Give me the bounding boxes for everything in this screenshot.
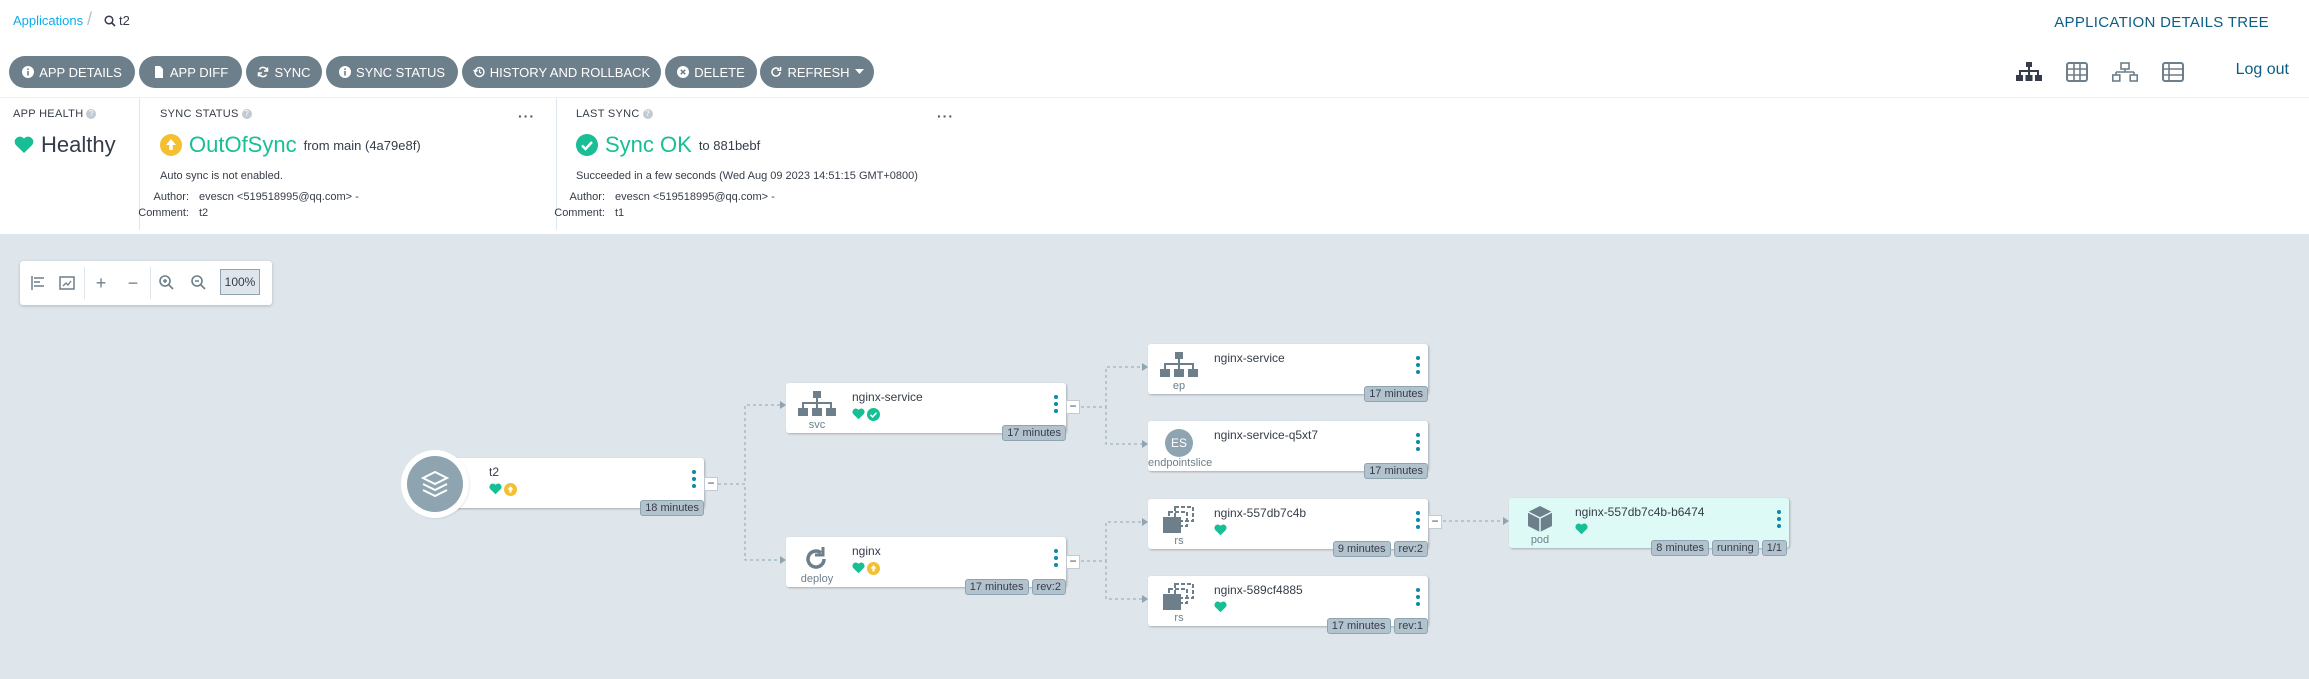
heart-icon [852,408,865,420]
node-status-icons [1575,523,1588,535]
node-menu-icon[interactable] [1414,511,1422,533]
age-tag: 17 minutes [1364,386,1428,402]
heart-icon [1214,601,1227,613]
collapse-toggle[interactable]: − [1066,400,1080,414]
age-tag: 17 minutes [1326,618,1391,634]
node-menu-icon[interactable] [1775,510,1783,532]
app-root-icon[interactable] [403,452,467,516]
heart-icon [1575,523,1588,535]
resource-node-pod[interactable]: pod nginx-557db7c4b-b6474 8 minutes runni… [1509,498,1789,556]
node-status-icons [1214,524,1227,536]
node-kind: pod [1530,534,1550,546]
resource-node-rs-2[interactable]: rs nginx-589cf4885 17 minutes rev:1 [1148,576,1428,634]
node-menu-icon[interactable] [1052,395,1060,417]
heart-icon [489,483,502,495]
node-menu-icon[interactable] [1052,549,1060,571]
node-name: t2 [489,465,500,479]
node-menu-icon[interactable] [1414,356,1422,378]
deployment-icon [806,547,826,569]
pod-icon [1527,506,1553,532]
node-tags: 9 minutes rev:2 [1332,541,1428,557]
age-tag: 17 minutes [964,579,1029,595]
ready-count-tag: 1/1 [1761,540,1787,556]
node-tags: 8 minutes running 1/1 [1651,540,1787,556]
node-tags: 17 minutes [1002,425,1066,441]
app-node-root[interactable]: t2 18 minutes [434,458,704,516]
node-name: nginx-service [1214,351,1285,365]
node-kind: endpointslice [1148,457,1213,469]
node-menu-icon[interactable] [690,470,698,492]
resource-node-ep[interactable]: ep nginx-service 17 minutes [1148,344,1428,402]
age-tag: 18 minutes [640,500,704,516]
collapse-toggle[interactable]: − [704,477,718,491]
resource-node-endpointslice[interactable]: ES endpointslice nginx-service-q5xt7 17 … [1148,421,1428,479]
node-menu-icon[interactable] [1414,433,1422,455]
replicaset-icon [1163,506,1194,533]
age-tag: 9 minutes [1332,541,1391,557]
node-name: nginx-service-q5xt7 [1214,428,1319,442]
node-tags: 17 minutes rev:2 [964,579,1066,595]
endpoints-icon [1160,352,1198,377]
node-name: nginx-589cf4885 [1214,583,1303,597]
node-kind: rs [1174,535,1184,547]
arrow-up-circle-icon [867,562,880,575]
check-circle-icon [867,408,880,421]
layers-icon [420,470,450,498]
node-name: nginx-557db7c4b [1214,506,1307,520]
node-name: nginx [852,544,881,558]
node-tags: 18 minutes [640,500,704,516]
edge-svc-es [1081,406,1142,445]
node-kind: deploy [800,573,834,585]
edge-svc-ep [1081,366,1142,408]
pod-state-tag: running [1712,540,1759,556]
resource-node-deploy[interactable]: deploy nginx 17 minutes rev:2 [786,537,1066,595]
edge-root-svc [718,404,780,485]
node-kind: ep [1172,380,1186,392]
edge-deploy-rs1 [1081,521,1142,562]
node-status-icons [852,562,880,575]
revision-tag: rev:1 [1393,618,1428,634]
node-tags: 17 minutes [1364,463,1428,479]
edge-root-deploy [718,483,780,561]
heart-icon [1214,524,1227,536]
revision-tag: rev:2 [1393,541,1428,557]
node-name: nginx-service [852,390,923,404]
resource-node-svc[interactable]: svc nginx-service 17 minutes [786,383,1066,441]
node-status-icons [1214,601,1227,613]
resource-node-rs-1[interactable]: rs nginx-557db7c4b 9 minutes rev:2 [1148,499,1428,557]
edge-deploy-rs2 [1081,560,1142,600]
arrow-up-circle-icon [504,483,517,496]
service-icon [798,391,836,416]
node-kind: svc [808,419,826,431]
node-tags: 17 minutes rev:1 [1326,618,1428,634]
collapse-toggle[interactable]: − [1428,515,1442,529]
node-status-icons [852,408,880,421]
node-tags: 17 minutes [1364,386,1428,402]
heart-icon [852,562,865,574]
collapse-toggle[interactable]: − [1066,555,1080,569]
node-status-icons [489,483,517,496]
replicaset-icon [1163,583,1194,610]
age-tag: 8 minutes [1651,540,1709,556]
age-tag: 17 minutes [1364,463,1428,479]
endpointslice-icon-label: ES [1165,429,1193,457]
age-tag: 17 minutes [1002,425,1066,441]
revision-tag: rev:2 [1031,579,1066,595]
node-name: nginx-557db7c4b-b6474 [1575,505,1705,519]
node-menu-icon[interactable] [1414,588,1422,610]
node-kind: rs [1174,612,1184,624]
